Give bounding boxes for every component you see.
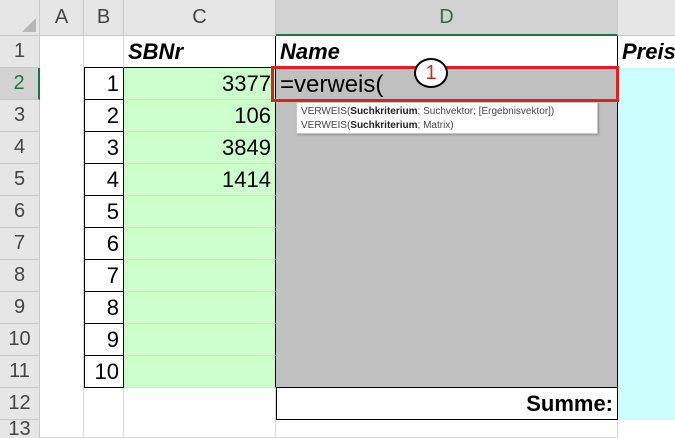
column-e-price-block[interactable]: [618, 68, 675, 388]
cell-e13[interactable]: [618, 420, 675, 438]
row-header-2[interactable]: 2: [0, 68, 40, 100]
column-header-b[interactable]: B: [84, 0, 124, 36]
cell-b1[interactable]: [84, 36, 124, 68]
column-header-c[interactable]: C: [124, 0, 276, 36]
cell-c6[interactable]: [124, 196, 276, 228]
cell-c10[interactable]: [124, 324, 276, 356]
row-header-6[interactable]: 6: [0, 196, 40, 228]
cell-b10[interactable]: 9: [84, 324, 124, 356]
column-a-cells[interactable]: [40, 36, 84, 438]
row-header-10[interactable]: 10: [0, 324, 40, 356]
cell-b11[interactable]: 10: [84, 356, 124, 388]
cell-c1[interactable]: SBNr: [124, 36, 276, 68]
cell-b4[interactable]: 3: [84, 132, 124, 164]
cell-c7[interactable]: [124, 228, 276, 260]
function-tooltip: VERWEIS(Suchkriterium; Suchvektor; [Erge…: [296, 102, 598, 134]
cell-b3[interactable]: 2: [84, 100, 124, 132]
column-c-empty-cells[interactable]: [124, 388, 276, 438]
cell-c5[interactable]: 1414: [124, 164, 276, 196]
tooltip-line-1[interactable]: VERWEIS(Suchkriterium; Suchvektor; [Erge…: [301, 105, 593, 119]
cell-d13[interactable]: [276, 420, 618, 438]
cell-e1[interactable]: Preis: [618, 36, 675, 68]
column-header-a[interactable]: A: [40, 0, 84, 36]
cell-b9[interactable]: 8: [84, 292, 124, 324]
row-header-8[interactable]: 8: [0, 260, 40, 292]
column-b-empty-cells[interactable]: [84, 388, 124, 438]
annotation-marker: 1: [414, 58, 448, 88]
cell-c8[interactable]: [124, 260, 276, 292]
row-header-12[interactable]: 12: [0, 388, 40, 420]
spreadsheet-grid: A B C D 1 2 3 4 5 6 7 8 9 10 11 12 13 SB…: [0, 0, 675, 438]
row-header-5[interactable]: 5: [0, 164, 40, 196]
cell-e12[interactable]: [618, 388, 675, 420]
cell-c2[interactable]: 3377: [124, 68, 276, 100]
column-header-e[interactable]: [618, 0, 675, 36]
cell-b6[interactable]: 5: [84, 196, 124, 228]
tooltip-line-2[interactable]: VERWEIS(Suchkriterium; Matrix): [301, 119, 593, 133]
cell-b7[interactable]: 6: [84, 228, 124, 260]
summe-label: Summe:: [276, 388, 618, 420]
row-header-4[interactable]: 4: [0, 132, 40, 164]
cell-b2[interactable]: 1: [84, 68, 124, 100]
row-header-9[interactable]: 9: [0, 292, 40, 324]
row-header-1[interactable]: 1: [0, 36, 40, 68]
cell-d1[interactable]: Name: [276, 36, 618, 68]
cell-c4[interactable]: 3849: [124, 132, 276, 164]
cell-b5[interactable]: 4: [84, 164, 124, 196]
formula-input[interactable]: =verweis(: [280, 71, 383, 99]
column-header-d[interactable]: D: [276, 0, 618, 36]
cell-c11[interactable]: [124, 356, 276, 388]
row-header-3[interactable]: 3: [0, 100, 40, 132]
row-header-7[interactable]: 7: [0, 228, 40, 260]
row-header-11[interactable]: 11: [0, 356, 40, 388]
cell-c3[interactable]: 106: [124, 100, 276, 132]
cell-b8[interactable]: 7: [84, 260, 124, 292]
cell-c9[interactable]: [124, 292, 276, 324]
select-all-corner[interactable]: [0, 0, 40, 36]
row-header-13[interactable]: 13: [0, 420, 40, 438]
